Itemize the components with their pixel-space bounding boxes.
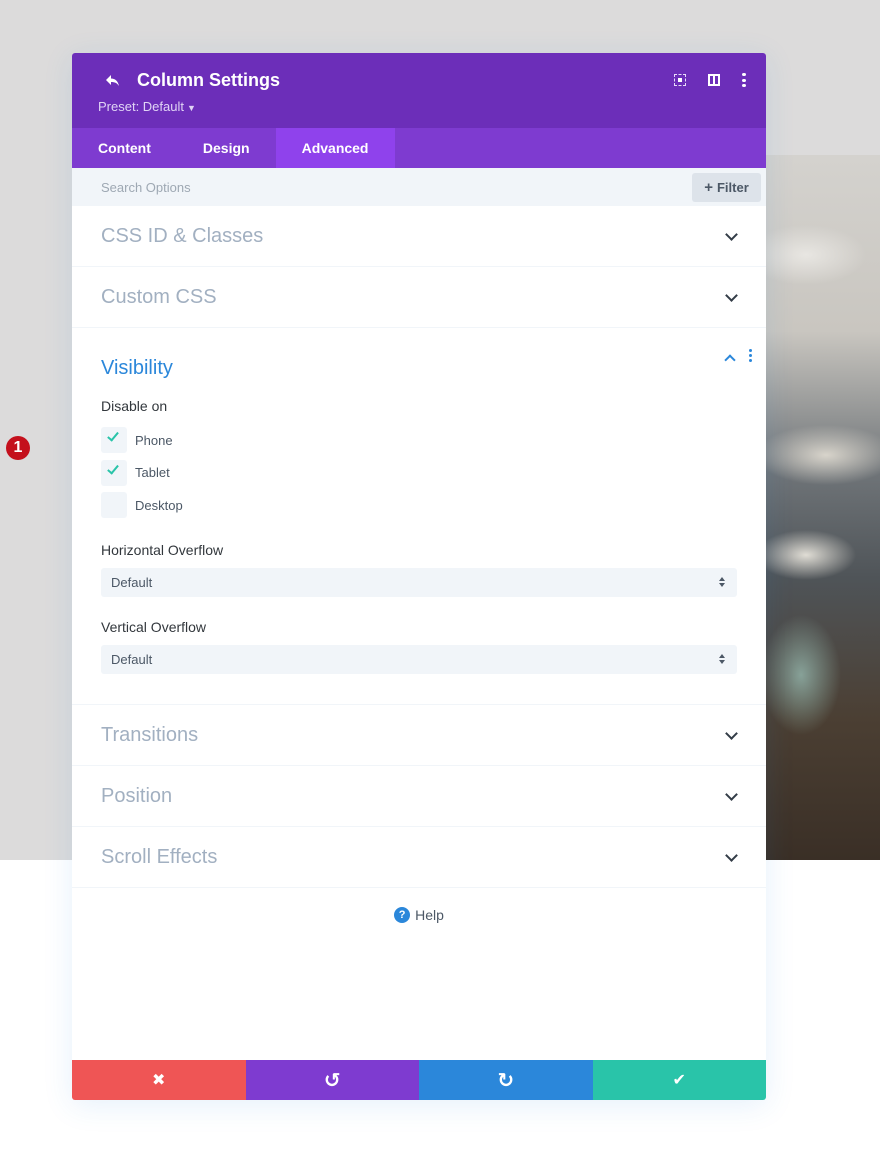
chevron-up-icon (724, 354, 736, 366)
back-arrow-icon[interactable] (104, 72, 124, 92)
tab-content[interactable]: Content (72, 128, 177, 168)
checkbox-label: Phone (135, 432, 173, 448)
horizontal-overflow-select[interactable]: Default (101, 567, 737, 597)
horizontal-overflow-label: Horizontal Overflow (101, 541, 224, 558)
preset-label: Preset: Default (98, 99, 184, 114)
section-transitions: Transitions (72, 705, 766, 766)
check-icon: ✔ (672, 1072, 686, 1089)
tab-design[interactable]: Design (177, 128, 276, 168)
split-view-icon[interactable] (708, 74, 720, 86)
section-toggle-custom-css[interactable]: Custom CSS (72, 267, 766, 327)
plus-icon: + (704, 179, 713, 196)
help-icon: ? (394, 907, 411, 924)
focus-mode-icon[interactable] (674, 74, 686, 86)
chevron-down-icon (725, 848, 738, 862)
section-position: Position (72, 766, 766, 827)
checkbox-phone[interactable] (101, 427, 127, 454)
select-arrows-icon (719, 576, 725, 588)
tab-bar: Content Design Advanced (72, 128, 766, 168)
redo-icon: ↻ (497, 1069, 515, 1092)
section-custom-css: Custom CSS (72, 267, 766, 328)
disable-on-label: Disable on (101, 398, 168, 414)
section-options-icon[interactable] (749, 349, 752, 362)
undo-icon: ↺ (323, 1069, 341, 1092)
caret-down-icon: ▼ (187, 103, 196, 113)
save-button[interactable]: ✔ (592, 1060, 766, 1100)
vertical-overflow-label: Vertical Overflow (101, 618, 207, 635)
select-value: Default (111, 651, 153, 667)
section-toggle-visibility[interactable]: Visibility (72, 328, 766, 398)
checkbox-desktop[interactable] (101, 492, 127, 519)
preset-dropdown[interactable]: Preset: Default ▼ (98, 99, 196, 114)
section-title: Visibility (101, 357, 173, 379)
section-title: Transitions (101, 723, 199, 746)
section-visibility: Visibility Disable on Phone Tablet Deskt… (72, 328, 766, 705)
more-options-icon[interactable] (742, 73, 746, 87)
cancel-button[interactable]: ✖ (72, 1060, 246, 1100)
search-input[interactable] (92, 168, 672, 206)
chevron-down-icon (725, 787, 738, 801)
modal-footer: ✖ ↺ ↻ ✔ (72, 1060, 766, 1100)
filter-label: Filter (716, 180, 749, 195)
section-title: Custom CSS (101, 286, 217, 308)
tab-advanced[interactable]: Advanced (275, 128, 395, 168)
section-title: CSS ID & Classes (101, 225, 264, 247)
column-settings-modal: Column Settings Preset: Default ▼ Content… (72, 53, 766, 1100)
checkbox-row-tablet: Tablet (101, 457, 737, 490)
check-icon (107, 462, 119, 475)
select-value: Default (111, 574, 153, 590)
section-toggle-css-id[interactable]: CSS ID & Classes (72, 206, 766, 266)
background-photo (766, 155, 880, 860)
section-toggle-transitions[interactable]: Transitions (72, 705, 766, 765)
search-bar: +Filter (72, 168, 766, 206)
section-css-id-classes: CSS ID & Classes (72, 206, 766, 267)
undo-button[interactable]: ↺ (245, 1060, 419, 1100)
annotation-marker: 1 (6, 436, 30, 460)
modal-header: Column Settings Preset: Default ▼ (72, 53, 766, 128)
checkbox-row-desktop: Desktop (101, 489, 737, 522)
checkbox-label: Desktop (135, 497, 183, 513)
checkbox-tablet[interactable] (101, 459, 127, 486)
section-title: Position (101, 784, 173, 807)
filter-button[interactable]: + Filter (692, 173, 761, 202)
section-title: Scroll Effects (101, 845, 218, 868)
help-label: Help (415, 907, 444, 923)
help-link[interactable]: ? Help (72, 907, 766, 924)
redo-button[interactable]: ↻ (419, 1060, 593, 1100)
vertical-overflow-select[interactable]: Default (101, 644, 737, 674)
checkbox-row-phone: Phone (101, 424, 737, 457)
section-scroll-effects: Scroll Effects (72, 827, 766, 888)
section-toggle-scroll-effects[interactable]: Scroll Effects (72, 827, 766, 887)
modal-title: Column Settings (137, 70, 280, 90)
chevron-down-icon (725, 289, 738, 302)
close-icon: ✖ (152, 1072, 166, 1089)
checkbox-label: Tablet (135, 465, 170, 481)
chevron-down-icon (725, 228, 738, 241)
check-icon (107, 429, 119, 442)
select-arrows-icon (719, 653, 725, 665)
section-toggle-position[interactable]: Position (72, 766, 766, 826)
chevron-down-icon (725, 726, 738, 740)
